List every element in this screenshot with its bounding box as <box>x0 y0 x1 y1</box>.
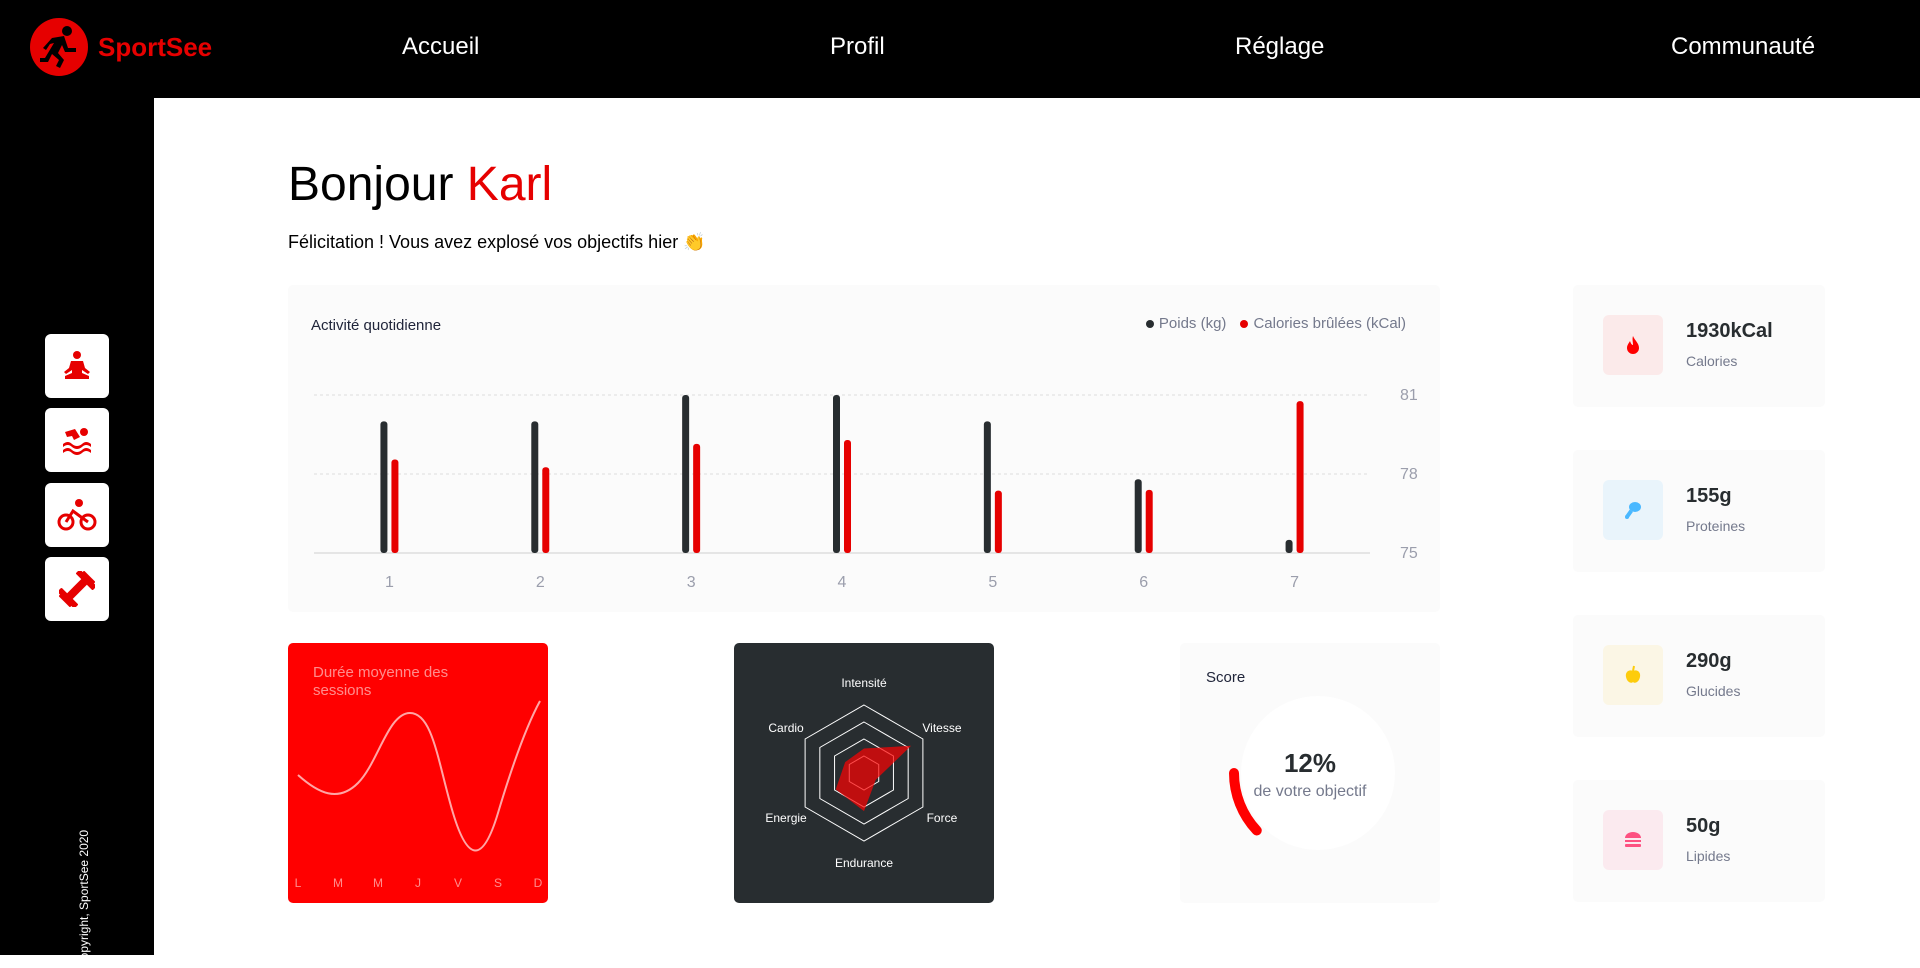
kpi-label: Calories <box>1686 353 1738 369</box>
nav-settings[interactable]: Réglage <box>1235 33 1324 61</box>
x-tick-label: 3 <box>687 574 696 591</box>
kpi-card-lipids: 50g Lipides <box>1573 780 1825 902</box>
x-tick-label: 5 <box>988 574 997 591</box>
x-tick-label: M <box>373 876 383 890</box>
sessions-chart-panel: Durée moyenne des sessions LMMJVSD <box>288 643 548 903</box>
kpi-value: 155g <box>1686 485 1732 507</box>
bar-weight <box>833 395 840 553</box>
sessions-line-chart: LMMJVSD <box>295 700 543 890</box>
bar-calories <box>391 459 399 553</box>
kpi-label: Proteines <box>1686 518 1746 534</box>
cycling-icon <box>57 499 97 531</box>
bar-calories <box>994 490 1002 553</box>
dumbbell-icon <box>59 571 95 607</box>
sidebar: Copyright, SportSee 2020 <box>0 98 154 968</box>
apple-icon <box>1603 645 1663 705</box>
y-tick-label: 81 <box>1400 387 1418 404</box>
x-tick-label: 1 <box>385 574 394 591</box>
performance-radar-chart: Intensité Vitesse Force Endurance Energie Car… <box>765 676 961 870</box>
bar-calories <box>693 443 701 553</box>
runner-icon <box>30 18 88 76</box>
radar-axis-label: Vitesse <box>922 721 961 735</box>
greeting-message: Félicitation ! Vous avez explosé vos obj… <box>288 232 706 252</box>
bar-weight <box>380 421 388 553</box>
top-navigation-bar: SportSee Accueil Profil Réglage Communau… <box>0 0 1920 98</box>
page-title: Bonjour Karl <box>288 157 552 212</box>
bar-weight <box>531 421 539 553</box>
sidebar-item-weights[interactable] <box>45 557 109 621</box>
sessions-line <box>297 700 541 852</box>
x-tick-label: 6 <box>1139 574 1148 591</box>
chicken-icon <box>1603 480 1663 540</box>
kpi-card-carbs: 290g Glucides <box>1573 615 1825 737</box>
flame-icon <box>1603 315 1663 375</box>
nav-home[interactable]: Accueil <box>402 33 479 61</box>
x-tick-label: M <box>333 876 343 890</box>
sidebar-item-cycling[interactable] <box>45 483 109 547</box>
x-tick-label: 7 <box>1290 574 1299 591</box>
radar-axis-label: Force <box>927 811 958 825</box>
x-tick-label: S <box>494 876 502 890</box>
performance-radar-panel: Intensité Vitesse Force Endurance Energie Car… <box>734 643 994 903</box>
swimming-icon <box>63 428 91 455</box>
x-tick-label: 4 <box>838 574 847 591</box>
kpi-card-calories: 1930kCal Calories <box>1573 285 1825 407</box>
kpi-value: 50g <box>1686 815 1721 837</box>
x-tick-label: D <box>534 876 543 890</box>
bar-weight <box>1285 539 1293 553</box>
burger-icon <box>1603 810 1663 870</box>
y-tick-label: 75 <box>1400 545 1418 562</box>
x-tick-label: J <box>415 876 421 890</box>
nav-profile[interactable]: Profil <box>830 33 885 61</box>
kpi-label: Glucides <box>1686 683 1741 699</box>
kpi-value: 290g <box>1686 650 1732 672</box>
x-tick-label: V <box>454 876 462 890</box>
bar-calories <box>542 467 550 553</box>
radar-axis-label: Endurance <box>835 856 893 870</box>
radar-axis-label: Energie <box>765 811 807 825</box>
score-panel: Score 12% de votre objectif <box>1180 643 1440 903</box>
sidebar-item-yoga[interactable] <box>45 334 109 398</box>
activity-bar-chart: 81 78 75 1 2 3 4 5 6 7 <box>314 387 1418 591</box>
kpi-label: Lipides <box>1686 848 1731 864</box>
bar-calories <box>1296 401 1304 553</box>
bar-weight <box>682 395 690 553</box>
x-tick-label: 2 <box>536 574 545 591</box>
x-tick-label: L <box>295 876 302 890</box>
radar-axis-label: Intensité <box>841 676 887 690</box>
radar-axis-label: Cardio <box>768 721 804 735</box>
nav-community[interactable]: Communauté <box>1671 33 1815 61</box>
greeting-hello: Bonjour <box>288 158 454 211</box>
score-value: 12% <box>1283 748 1337 778</box>
yoga-icon <box>64 351 90 379</box>
y-tick-label: 78 <box>1400 466 1418 483</box>
sidebar-item-swimming[interactable] <box>45 408 109 472</box>
kpi-value: 1930kCal <box>1686 320 1773 342</box>
bar-calories <box>1145 489 1153 553</box>
copyright: Copyright, SportSee 2020 <box>77 829 91 968</box>
score-arc <box>1229 768 1262 836</box>
logo[interactable]: SportSee <box>30 18 212 76</box>
bar-calories <box>844 440 851 553</box>
bar-weight <box>1134 479 1142 553</box>
kpi-card-proteins: 155g Proteines <box>1573 450 1825 572</box>
activity-chart-panel: Activité quotidienne Poids (kg) Calories… <box>288 285 1440 612</box>
user-name: Karl <box>466 158 553 211</box>
score-label: de votre objectif <box>1253 783 1367 800</box>
bar-weight <box>983 421 991 553</box>
brand-name: SportSee <box>98 31 213 62</box>
